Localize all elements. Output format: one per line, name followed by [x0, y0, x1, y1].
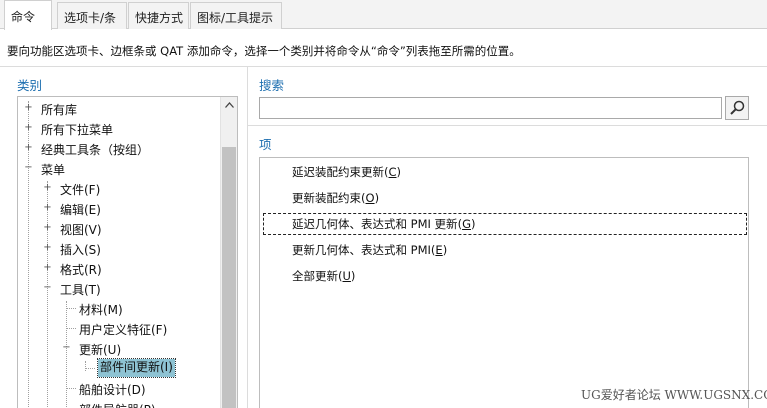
instructions-text: 要向功能区选项卡、边框条或 QAT 添加命令，选择一个类别并将命令从“命令”列表… [7, 44, 521, 58]
tree-item-label: 编辑(E) [60, 203, 101, 217]
command-item[interactable]: 更新几何体、表达式和 PMI(E) [262, 238, 748, 262]
divider [248, 125, 767, 126]
access-key: G [462, 217, 471, 231]
tree-scrollbar[interactable] [220, 97, 237, 408]
tree-item-label: 经典工具条（按组） [41, 143, 150, 157]
tree-item[interactable]: − 工具(T) [18, 278, 222, 298]
tree-item-label: 视图(V) [60, 223, 102, 237]
collapse-icon[interactable]: − [62, 343, 71, 353]
tab-label: 图标/工具提示 [197, 11, 274, 25]
expand-icon[interactable]: + [43, 203, 52, 213]
tree-item[interactable]: + 所有下拉菜单 [18, 118, 222, 138]
tab-commands[interactable]: 命令 [4, 0, 52, 30]
tab-tabs-bars[interactable]: 选项卡/条 [57, 2, 127, 29]
access-key: O [365, 191, 375, 205]
tab-label: 选项卡/条 [64, 11, 117, 25]
expand-icon[interactable]: + [24, 123, 33, 133]
tree-item-label: 菜单 [41, 163, 66, 177]
tree-item-label: 材料(M) [79, 303, 123, 317]
tree-item[interactable]: − 更新(U) [18, 338, 222, 358]
tree-item[interactable]: 部件导航器(P) [18, 398, 222, 408]
command-item-text: 延迟装配约束更新 [292, 165, 384, 179]
tree-connector [85, 368, 95, 369]
tree-item-label: 船舶设计(D) [79, 383, 146, 397]
command-item-text: 更新几何体、表达式和 PMI [292, 243, 431, 257]
expand-icon[interactable]: + [24, 143, 33, 153]
search-button[interactable] [725, 96, 749, 120]
watermark: UG爱好者论坛 WWW.UGSNX.COM [581, 388, 767, 402]
tree-item[interactable]: + 所有库 [18, 98, 222, 118]
tree-item-label: 文件(F) [60, 183, 101, 197]
divider [247, 66, 248, 408]
tree-item-label: 用户定义特征(F) [79, 323, 168, 337]
access-key: U [342, 269, 351, 283]
paren: ) [396, 165, 402, 179]
tree-item[interactable]: 材料(M) [18, 298, 222, 318]
tree-item[interactable]: 部件间更新(I) [18, 358, 222, 378]
command-item[interactable]: 更新装配约束(O) [262, 186, 748, 210]
collapse-icon[interactable]: − [43, 283, 52, 293]
tree-item[interactable]: 用户定义特征(F) [18, 318, 222, 338]
paren: ) [374, 191, 380, 205]
items-label: 项 [259, 137, 272, 152]
tree-item-label: 更新(U) [79, 343, 122, 357]
scrollbar-thumb[interactable] [222, 147, 236, 408]
tree-item-label: 格式(R) [60, 263, 102, 277]
command-item-text: 全部更新 [292, 269, 338, 283]
tree-item[interactable]: 船舶设计(D) [18, 378, 222, 398]
magnifier-icon [726, 100, 748, 122]
tree-item-label: 工具(T) [60, 283, 101, 297]
category-tree[interactable]: + 所有库 + 所有下拉菜单 + 经典工具条（按组） − 菜单 + 文件(F) + 编辑(E) + 视图(… [17, 96, 238, 408]
access-key: C [388, 165, 397, 179]
search-label: 搜索 [259, 78, 285, 93]
collapse-icon[interactable]: − [24, 163, 33, 173]
tree-item[interactable]: + 插入(S) [18, 238, 222, 258]
category-label: 类别 [17, 78, 43, 93]
tree-item[interactable]: − 菜单 [18, 158, 222, 178]
command-item[interactable]: 延迟装配约束更新(C) [262, 160, 748, 184]
tree-item-label: 部件间更新(I) [97, 358, 176, 378]
tree-item[interactable]: + 视图(V) [18, 218, 222, 238]
tree-item[interactable]: + 编辑(E) [18, 198, 222, 218]
paren: ) [442, 243, 448, 257]
tab-icons-tooltips[interactable]: 图标/工具提示 [190, 2, 282, 29]
tree-item[interactable]: + 经典工具条（按组） [18, 138, 222, 158]
chevron-up-icon[interactable] [221, 97, 237, 114]
tab-label: 命令 [11, 10, 36, 24]
tree-item-label: 所有下拉菜单 [41, 123, 114, 137]
items-list[interactable]: 延迟装配约束更新(C) 更新装配约束(O) 延迟几何体、表达式和 PMI 更新(G)… [259, 157, 749, 408]
tree-item[interactable]: + 文件(F) [18, 178, 222, 198]
tab-shortcuts[interactable]: 快捷方式 [128, 2, 189, 29]
tree-connector [66, 328, 76, 329]
tree-item-label: 所有库 [41, 103, 78, 117]
tab-strip: 命令 选项卡/条 快捷方式 图标/工具提示 [0, 0, 767, 30]
expand-icon[interactable]: + [43, 183, 52, 193]
tree-item-label: 插入(S) [60, 243, 101, 257]
expand-icon[interactable]: + [43, 243, 52, 253]
paren: ) [470, 217, 476, 231]
expand-icon[interactable]: + [43, 223, 52, 233]
command-item-text: 延迟几何体、表达式和 PMI 更新 [292, 217, 458, 231]
command-item[interactable]: 全部更新(U) [262, 264, 748, 288]
command-item-text: 更新装配约束 [292, 191, 361, 205]
expand-icon[interactable]: + [24, 103, 33, 113]
access-key: E [435, 243, 443, 257]
tree-item-label: 部件导航器(P) [79, 401, 156, 408]
tree-connector [66, 308, 76, 309]
command-item[interactable]: 延迟几何体、表达式和 PMI 更新(G) [262, 212, 748, 236]
search-input[interactable] [259, 97, 722, 119]
tab-label: 快捷方式 [135, 11, 184, 25]
tree-connector [66, 388, 76, 389]
paren: ) [350, 269, 356, 283]
expand-icon[interactable]: + [43, 263, 52, 273]
tree-item[interactable]: + 格式(R) [18, 258, 222, 278]
divider [0, 66, 767, 67]
